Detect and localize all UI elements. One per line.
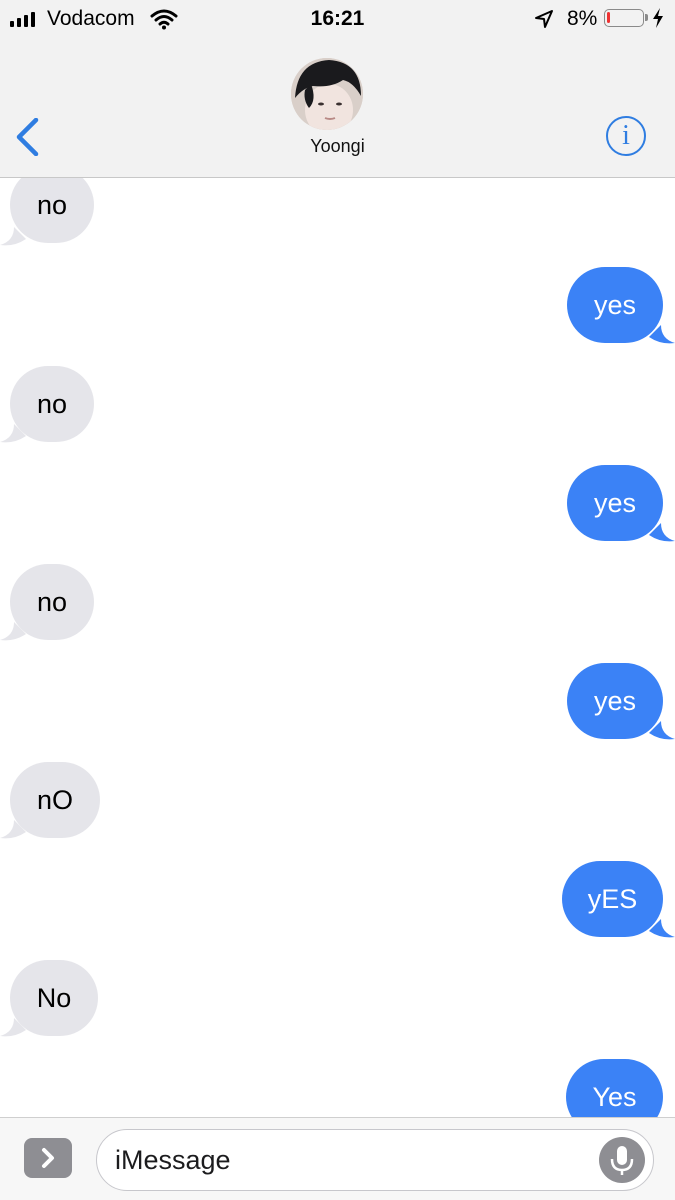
message-text: no [36, 587, 68, 617]
incoming-bubble-tail [0, 622, 26, 641]
outgoing-bubble-tail [649, 721, 675, 740]
battery-percent: 8% [567, 7, 598, 30]
battery-level [607, 12, 610, 23]
message-text: no [36, 389, 68, 419]
incoming-bubble-tail [0, 424, 26, 443]
status-bar: Vodacom 16:21 8% [0, 0, 675, 40]
message-input-placeholder: iMessage [115, 1145, 231, 1175]
charging-bolt-icon [653, 8, 663, 28]
incoming-bubble-tail [0, 227, 26, 246]
navigation-header: Vodacom 16:21 8% Yoongi i [0, 0, 675, 178]
message-text: No [36, 983, 72, 1013]
message-text: yes [593, 290, 637, 320]
info-icon[interactable]: i [606, 116, 646, 156]
location-arrow-icon [535, 10, 553, 28]
outgoing-bubble-tail [649, 523, 675, 542]
message-text: Yes [592, 1082, 637, 1112]
incoming-bubble-tail [0, 820, 26, 839]
message-thread: no yes no yes no yes nO yES No Yes [0, 177, 675, 1117]
contact-avatar[interactable] [291, 58, 363, 130]
message-bubble-outgoing[interactable]: yES [562, 861, 663, 937]
outgoing-bubble-tail [649, 325, 675, 344]
avatar-photo [291, 58, 363, 130]
message-text: no [36, 190, 68, 220]
message-text: yES [587, 884, 638, 914]
dictation-button[interactable] [599, 1137, 645, 1183]
microphone-icon [610, 1146, 634, 1175]
message-text: yes [593, 488, 637, 518]
message-text: nO [36, 785, 74, 815]
contact-name[interactable]: Yoongi [0, 136, 675, 157]
message-bubble-outgoing[interactable]: Yes [566, 1059, 663, 1117]
chevron-right-icon [42, 1148, 54, 1168]
compose-bar: iMessage [0, 1117, 675, 1200]
outgoing-bubble-tail [649, 919, 675, 938]
message-text: yes [593, 686, 637, 716]
app-drawer-button[interactable] [24, 1138, 72, 1178]
incoming-bubble-tail [0, 1018, 26, 1037]
battery-cap [645, 14, 648, 21]
battery-icon [604, 9, 644, 27]
message-input[interactable]: iMessage [96, 1129, 654, 1191]
